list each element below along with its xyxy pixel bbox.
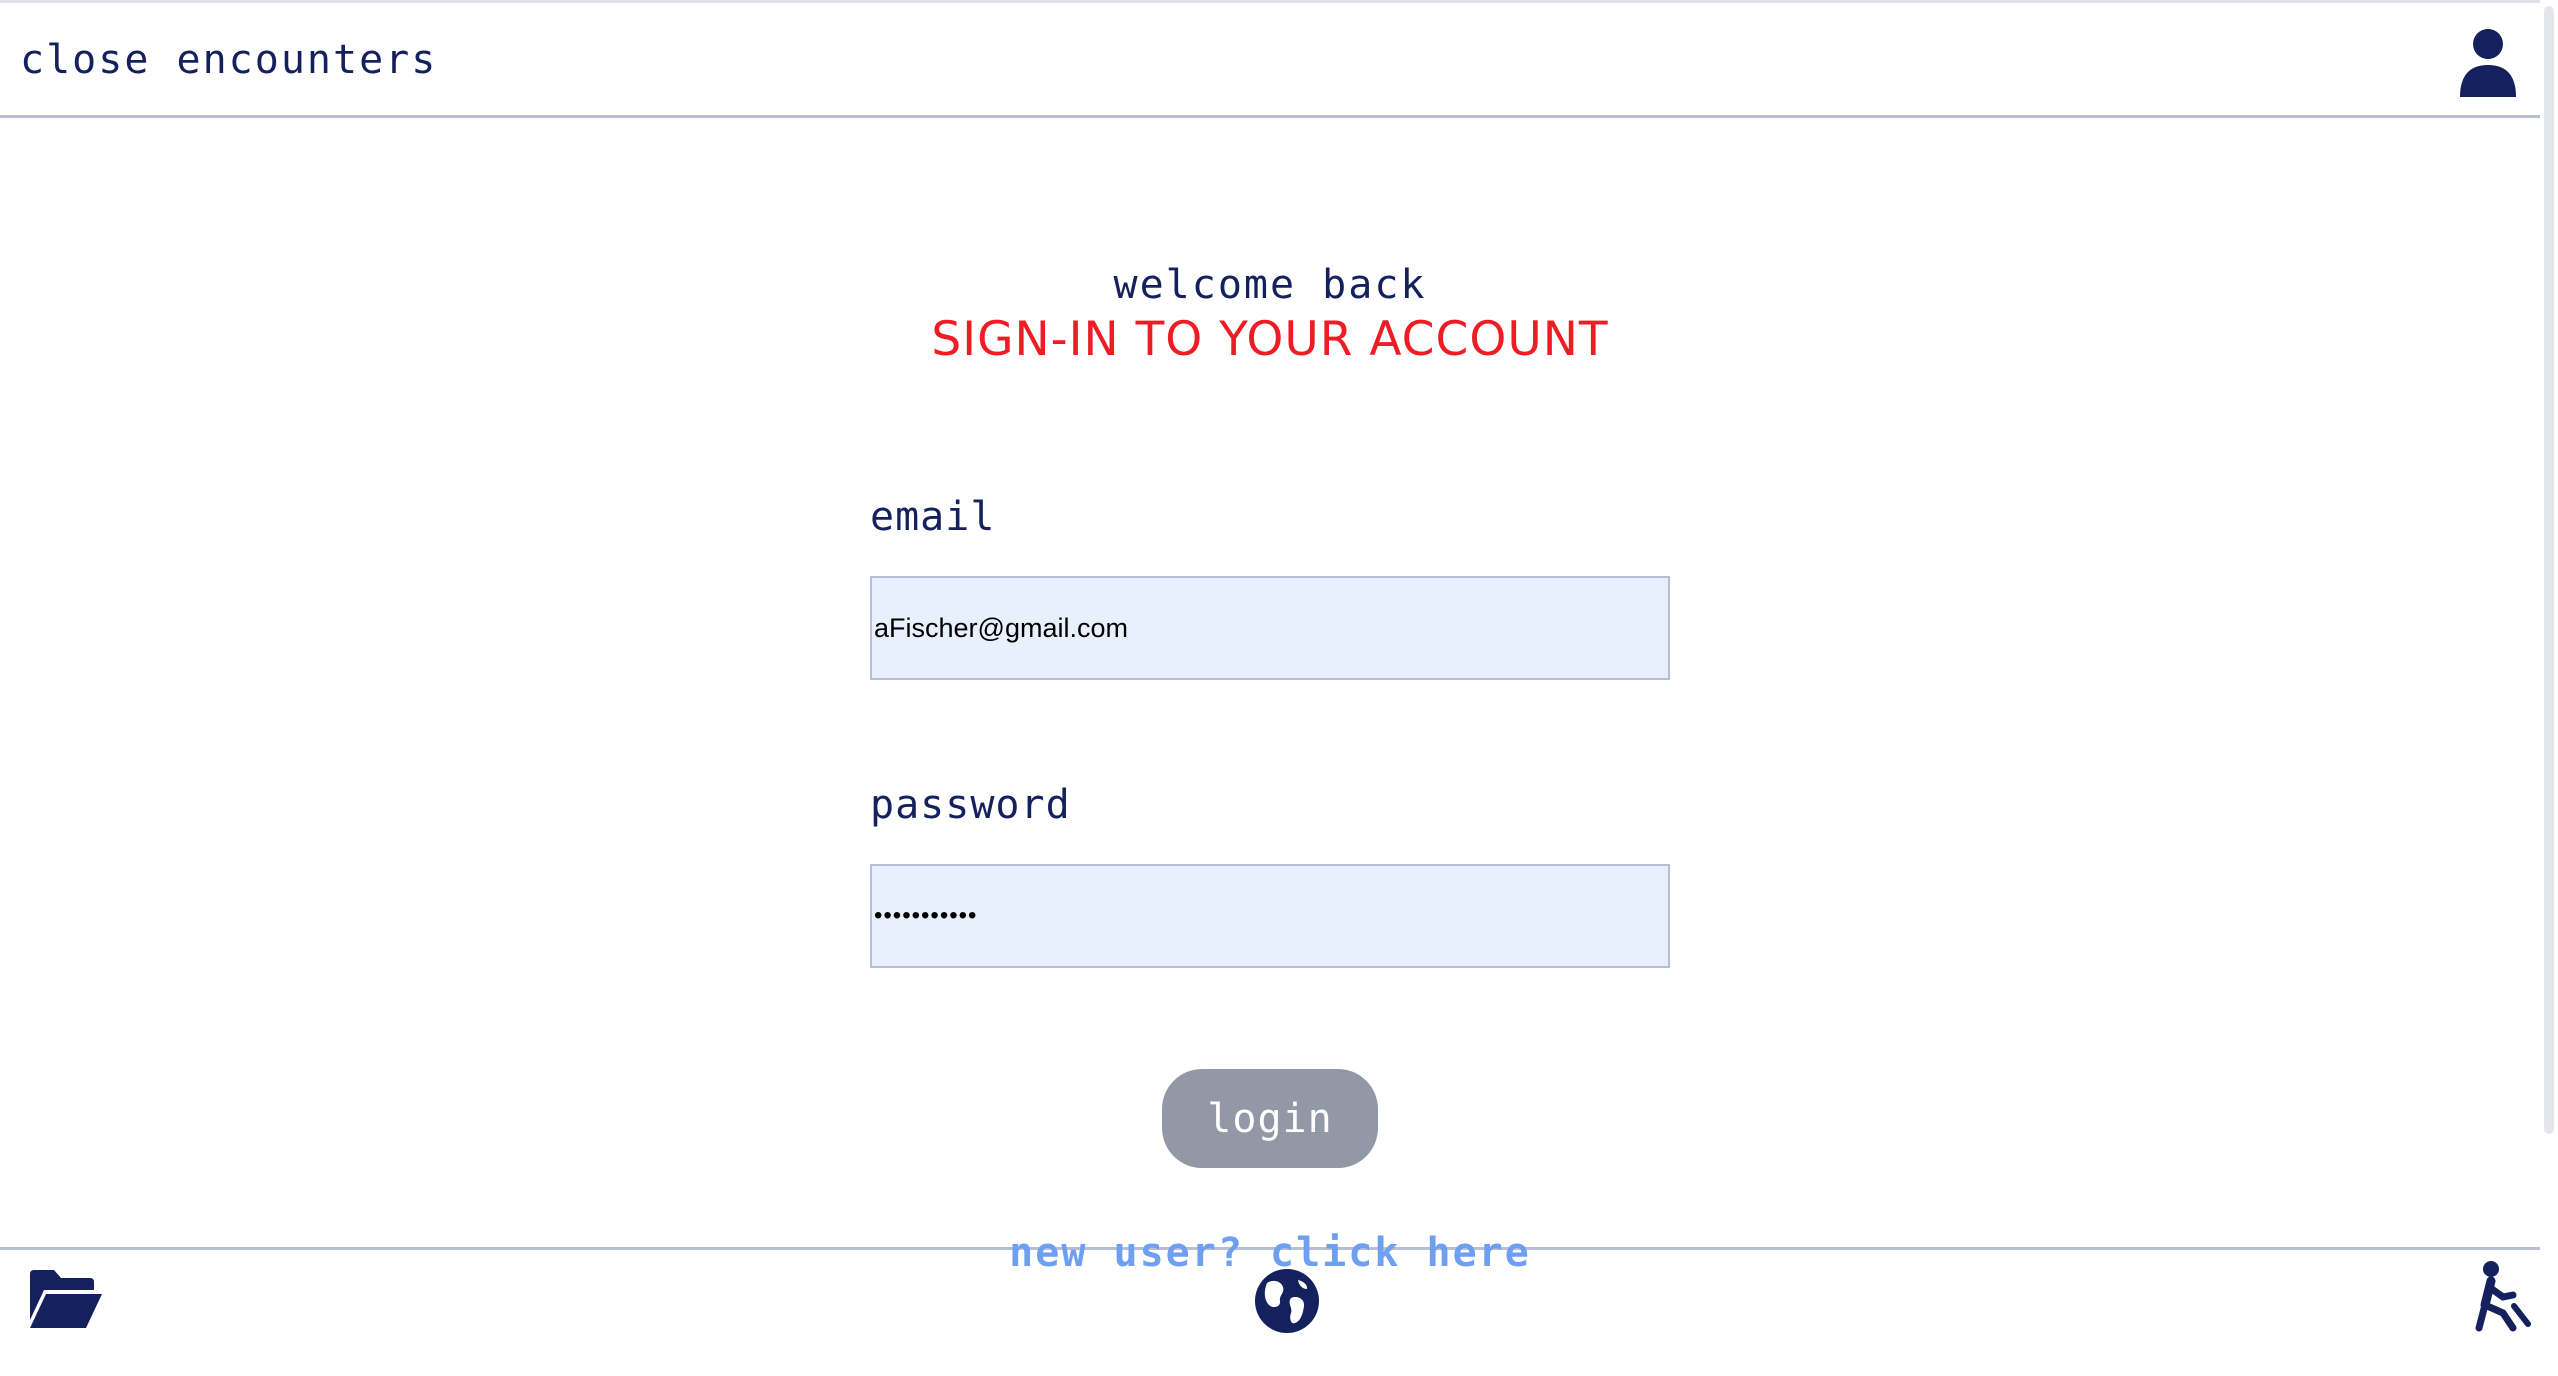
page-title: SIGN-IN TO YOUR ACCOUNT [931, 312, 1609, 367]
email-label: email [870, 494, 996, 540]
email-field[interactable] [870, 576, 1670, 680]
password-field[interactable] [870, 864, 1670, 968]
user-icon[interactable] [2456, 27, 2520, 97]
login-button[interactable]: login [1162, 1069, 1378, 1168]
globe-icon[interactable] [1254, 1268, 1320, 1334]
password-label: password [870, 782, 1071, 828]
folder-open-icon[interactable] [28, 1268, 104, 1330]
scrollbar[interactable] [2540, 0, 2558, 1376]
signup-link[interactable]: new user? click here [0, 1230, 2540, 1276]
app-title[interactable]: close encounters [20, 37, 437, 83]
welcome-text: welcome back [1113, 262, 1427, 308]
scrollbar-thumb[interactable] [2544, 6, 2554, 1134]
top-bar: close encounters [0, 0, 2540, 118]
